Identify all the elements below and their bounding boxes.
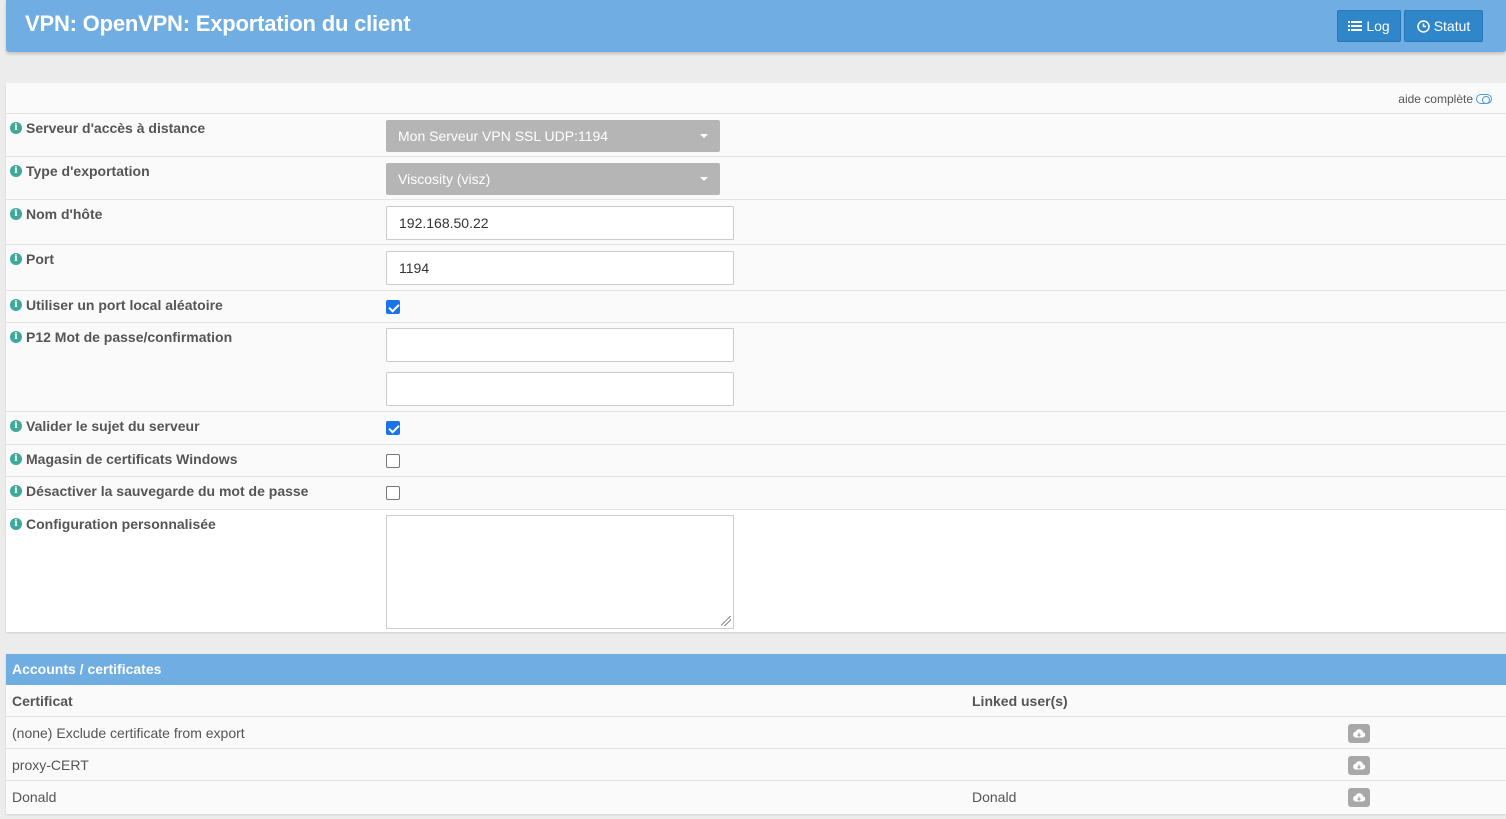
help-row: aide complète [6, 83, 1506, 114]
statut-label: Statut [1433, 18, 1471, 34]
server-select[interactable]: Mon Serveur VPN SSL UDP:1194 [386, 120, 720, 152]
label-p12: P12 Mot de passe/confirmation [26, 329, 233, 345]
info-icon[interactable]: i [10, 420, 22, 432]
row-disable-save-pass: i Désactiver la sauvegarde du mot de pass… [6, 477, 1506, 510]
row-validate-subject: i Valider le sujet du serveur [6, 412, 1506, 445]
toggle-icon [1476, 94, 1492, 104]
caret-down-icon [700, 134, 708, 138]
label-port: Port [26, 251, 54, 267]
column-header-certificat: Certificat [12, 693, 73, 709]
row-server: i Serveur d'accès à distance Mon Serveur … [6, 114, 1506, 157]
cloud-download-icon [1353, 729, 1366, 738]
export-type-select-value: Viscosity (visz) [398, 171, 491, 187]
statut-button[interactable]: Statut [1404, 10, 1483, 42]
cell-linked-user: Donald [972, 789, 1017, 805]
info-icon[interactable]: i [10, 518, 22, 530]
label-disable-save-pass: Désactiver la sauvegarde du mot de passe [26, 483, 309, 499]
label-random-port: Utiliser un port local aléatoire [26, 297, 223, 313]
download-button[interactable] [1348, 756, 1370, 775]
column-header-linked-users: Linked user(s) [972, 693, 1068, 709]
info-icon[interactable]: i [10, 453, 22, 465]
page-title: VPN: OpenVPN: Exportation du client [25, 11, 411, 36]
table-row: (none) Exclude certificate from export [6, 717, 1506, 749]
accounts-title: Accounts / certificates [6, 654, 1506, 685]
page-header: VPN: OpenVPN: Exportation du client Log … [6, 0, 1506, 52]
windows-store-checkbox[interactable] [386, 454, 400, 468]
cloud-download-icon [1353, 793, 1366, 802]
cell-certificat: Donald [12, 789, 57, 805]
export-form-panel: aide complète i Serveur d'accès à distanc… [6, 83, 1506, 632]
label-export-type: Type d'exportation [26, 163, 150, 179]
label-hostname: Nom d'hôte [26, 206, 103, 222]
accounts-table: Accounts / certificates Certificat Linke… [6, 654, 1506, 814]
row-hostname: i Nom d'hôte [6, 200, 1506, 245]
row-export-type: i Type d'exportation Viscosity (visz) [6, 157, 1506, 200]
row-port: i Port [6, 245, 1506, 291]
p12-password-input[interactable] [386, 328, 734, 362]
disable-save-pass-checkbox[interactable] [386, 486, 400, 500]
port-input[interactable] [386, 251, 734, 285]
server-select-value: Mon Serveur VPN SSL UDP:1194 [398, 128, 609, 144]
info-icon[interactable]: i [10, 122, 22, 134]
cloud-download-icon [1353, 761, 1366, 770]
cell-certificat: proxy-CERT [12, 757, 89, 773]
table-row: Donald Donald [6, 781, 1506, 813]
info-icon[interactable]: i [10, 331, 22, 343]
clock-icon [1416, 19, 1430, 33]
random-port-checkbox[interactable] [386, 300, 400, 314]
row-custom-config: i Configuration personnalisée [6, 510, 1506, 632]
export-type-select[interactable]: Viscosity (visz) [386, 163, 720, 195]
hostname-input[interactable] [386, 206, 734, 240]
validate-subject-checkbox[interactable] [386, 421, 400, 435]
download-button[interactable] [1348, 724, 1370, 743]
info-icon[interactable]: i [10, 485, 22, 497]
log-button[interactable]: Log [1337, 10, 1401, 42]
row-p12-password: i P12 Mot de passe/confirmation [6, 323, 1506, 412]
label-windows-store: Magasin de certificats Windows [26, 451, 238, 467]
row-windows-store: i Magasin de certificats Windows [6, 445, 1506, 477]
list-icon [1348, 21, 1363, 31]
custom-config-textarea[interactable] [386, 515, 734, 629]
caret-down-icon [700, 177, 708, 181]
log-label: Log [1366, 18, 1390, 34]
info-icon[interactable]: i [10, 208, 22, 220]
info-icon[interactable]: i [10, 253, 22, 265]
label-server: Serveur d'accès à distance [26, 120, 206, 136]
p12-confirm-input[interactable] [386, 372, 734, 406]
download-button[interactable] [1348, 788, 1370, 807]
row-random-port: i Utiliser un port local aléatoire [6, 291, 1506, 323]
full-help-label: aide complète [1398, 92, 1473, 106]
info-icon[interactable]: i [10, 299, 22, 311]
resize-grip-icon[interactable] [721, 616, 731, 626]
cell-certificat: (none) Exclude certificate from export [12, 725, 245, 741]
table-header-row: Certificat Linked user(s) [6, 685, 1506, 717]
label-validate-subject: Valider le sujet du serveur [26, 418, 200, 434]
full-help-toggle[interactable]: aide complète [1398, 92, 1492, 106]
info-icon[interactable]: i [10, 165, 22, 177]
table-row: proxy-CERT [6, 749, 1506, 781]
label-custom-config: Configuration personnalisée [26, 516, 216, 532]
